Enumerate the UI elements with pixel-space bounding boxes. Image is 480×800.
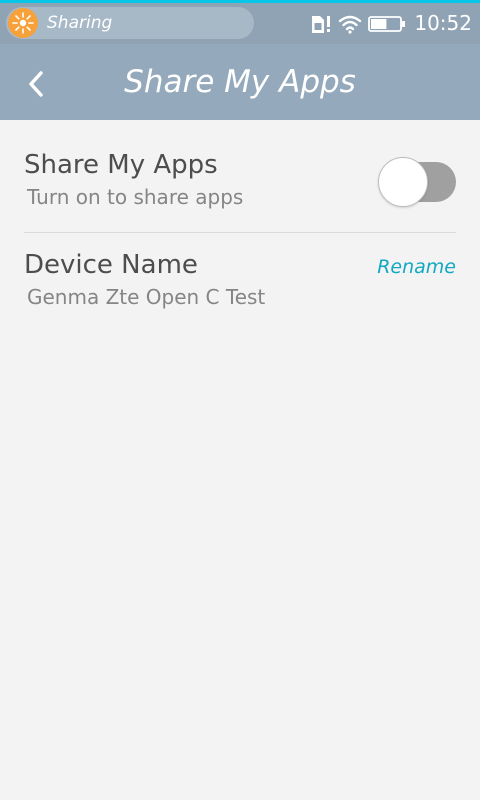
rename-link[interactable]: Rename [377, 256, 456, 278]
notification-text: Sharing [47, 13, 113, 33]
toggle-knob [378, 157, 428, 207]
wifi-icon [339, 15, 362, 34]
device-name-title: Device Name [24, 250, 198, 280]
share-my-apps-title: Share My Apps [24, 150, 218, 180]
app-header: Share My Apps [0, 44, 480, 120]
device-name-row: Device Name Genma Zte Open C Test Rename [24, 233, 456, 323]
battery-icon [368, 15, 406, 32]
sim-alert-icon [312, 15, 331, 33]
status-bar: Sharing 10:52 [0, 3, 480, 44]
sharing-app-icon [8, 8, 38, 38]
page-title: Share My Apps [124, 64, 356, 100]
device-name-value: Genma Zte Open C Test [27, 285, 266, 309]
share-my-apps-row: Share My Apps Turn on to share apps [24, 120, 456, 233]
status-icons: 10:52 [304, 3, 472, 44]
settings-list: Share My Apps Turn on to share apps Devi… [0, 120, 480, 323]
share-apps-toggle[interactable] [378, 157, 456, 207]
status-clock: 10:52 [414, 11, 472, 35]
share-my-apps-subtitle: Turn on to share apps [27, 185, 244, 209]
notification-pill[interactable]: Sharing [6, 7, 254, 39]
